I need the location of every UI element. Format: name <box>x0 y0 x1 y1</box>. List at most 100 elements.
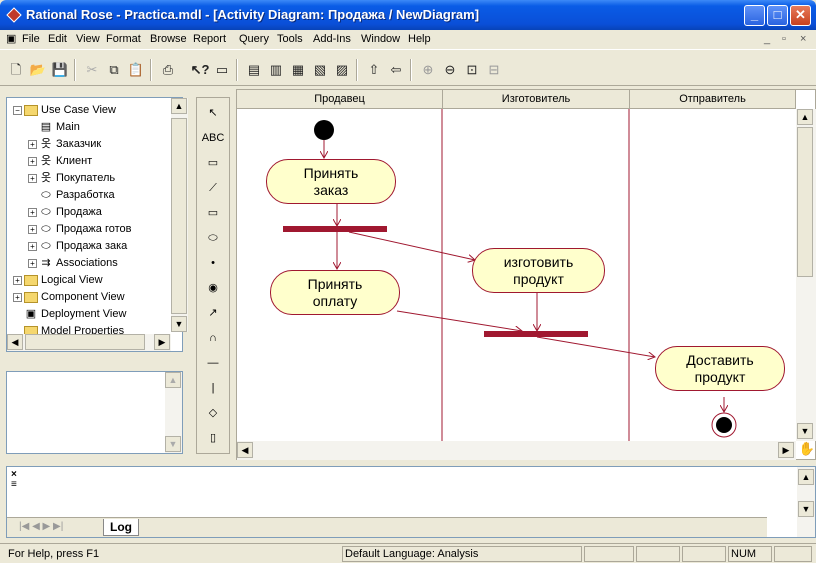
tree-expander-icon[interactable]: + <box>13 292 22 302</box>
print-icon[interactable]: ⎙ <box>158 60 178 80</box>
zoom-out-icon[interactable]: ⊖ <box>440 60 460 80</box>
tab-first-icon[interactable]: |◀ ◀ ▶ ▶| <box>19 521 63 532</box>
menu-query[interactable]: Query <box>239 33 269 45</box>
browse-previous-icon[interactable]: ⇦ <box>386 60 406 80</box>
tree-expander-icon[interactable]: + <box>28 173 37 183</box>
menu-tools[interactable]: Tools <box>277 33 303 45</box>
browse-deployment-icon[interactable]: ▧ <box>310 60 330 80</box>
tree-item[interactable]: + ⇉ Associations <box>28 255 118 272</box>
tree-expander-icon[interactable]: + <box>28 224 37 234</box>
tree-vertical-scrollbar[interactable]: ▲ ▼ <box>171 98 188 332</box>
scroll-up-icon[interactable]: ▲ <box>171 98 187 114</box>
tree-item[interactable]: + ⬭ Продажа готов <box>28 221 132 238</box>
tree-expander-icon[interactable]: + <box>28 139 37 149</box>
tree-item[interactable]: + 옷 Клиент <box>28 153 92 170</box>
scroll-down-icon[interactable]: ▼ <box>798 501 814 517</box>
activity-accept-order[interactable]: Принять заказ <box>266 159 396 204</box>
tab-log[interactable]: Log <box>103 519 139 536</box>
join-bar[interactable] <box>484 331 588 337</box>
scroll-up-icon[interactable]: ▲ <box>798 469 814 485</box>
menu-add-ins[interactable]: Add-Ins <box>313 33 351 45</box>
scroll-right-icon[interactable]: ▶ <box>778 442 794 458</box>
activity-diagram-canvas[interactable]: Продавец Изготовитель Отправитель Принят… <box>236 89 816 460</box>
zoom-in-icon[interactable]: ⊕ <box>418 60 438 80</box>
scroll-right-icon[interactable]: ▶ <box>154 334 170 350</box>
fork-bar[interactable] <box>283 226 387 232</box>
mdi-close-button[interactable]: × <box>800 33 806 45</box>
open-icon[interactable]: 📂 <box>28 60 48 80</box>
browse-state-icon[interactable]: ▨ <box>332 60 352 80</box>
close-button[interactable]: ✕ <box>790 5 811 26</box>
tree-expander-icon[interactable]: + <box>28 258 37 268</box>
swimlane-header[interactable]: Отправитель <box>630 90 796 109</box>
scroll-left-icon[interactable]: ◀ <box>7 334 23 350</box>
swimlane-header[interactable]: Продавец <box>237 90 443 109</box>
diagram-vertical-scrollbar[interactable]: ▲ ▼ <box>796 109 816 441</box>
activity-make-product[interactable]: изготовить продукт <box>472 248 605 293</box>
activity-accept-payment[interactable]: Принять оплату <box>270 270 400 315</box>
tree-item[interactable]: + ⬭ Продажа <box>28 204 102 221</box>
model-browser[interactable]: − Use Case View ▤ Main + 옷 Заказчик + 옷 Клиент + 옷 П… <box>6 97 188 352</box>
tree-item[interactable]: ▣ Deployment View <box>13 306 127 323</box>
menu-file[interactable]: File <box>22 33 40 45</box>
tree-horizontal-scrollbar[interactable]: ◀ ▶ <box>7 334 171 351</box>
pan-hand-icon[interactable]: ✋ <box>798 441 816 460</box>
transition-to-self-icon[interactable]: ∩ <box>201 327 225 349</box>
horizontal-sync-icon[interactable]: — <box>201 352 225 374</box>
activity-deliver-product[interactable]: Доставить продукт <box>655 346 785 391</box>
browse-parent-icon[interactable]: ⇧ <box>364 60 384 80</box>
tree-item[interactable]: + Component View <box>13 289 125 306</box>
log-window[interactable]: × ≡ |◀ ◀ ▶ ▶| Log ▲ ▼ <box>6 466 816 538</box>
maximize-button[interactable]: □ <box>767 5 788 26</box>
scroll-down-icon[interactable]: ▼ <box>797 423 813 439</box>
tree-expander-icon[interactable]: + <box>28 156 37 166</box>
cut-icon[interactable]: ✂ <box>82 60 102 80</box>
browse-interaction-icon[interactable]: ▥ <box>266 60 286 80</box>
tree-item[interactable]: ▤ Main <box>28 119 80 136</box>
scroll-down-icon[interactable]: ▼ <box>165 436 181 452</box>
scroll-up-icon[interactable]: ▲ <box>797 109 813 125</box>
context-help-icon[interactable]: ↖? <box>190 60 210 80</box>
scroll-thumb[interactable] <box>171 118 187 314</box>
browse-component-icon[interactable]: ▦ <box>288 60 308 80</box>
mdi-minimize-button[interactable]: _ <box>764 33 770 45</box>
tree-item[interactable]: + ⬭ Продажа зака <box>28 238 127 255</box>
save-icon[interactable]: 💾 <box>50 60 70 80</box>
state-transition-icon[interactable]: ↗ <box>201 302 225 324</box>
fit-in-window-icon[interactable]: ⊡ <box>462 60 482 80</box>
menu-browse[interactable]: Browse <box>150 33 187 45</box>
doc-scrollbar[interactable]: ▲ ▼ <box>165 372 182 453</box>
new-icon[interactable]: 🗋 <box>6 60 26 80</box>
browse-class-diagram-icon[interactable]: ▤ <box>244 60 264 80</box>
tree-item[interactable]: + Logical View <box>13 272 103 289</box>
scroll-thumb[interactable] <box>797 127 813 277</box>
document-icon[interactable]: ▣ <box>6 32 16 45</box>
documentation-pane[interactable]: ▲ ▼ <box>6 371 183 454</box>
copy-icon[interactable]: ⧉ <box>104 60 124 80</box>
menu-edit[interactable]: Edit <box>48 33 67 45</box>
paste-icon[interactable]: 📋 <box>126 60 146 80</box>
end-state-icon[interactable]: ◉ <box>201 277 225 299</box>
menu-window[interactable]: Window <box>361 33 400 45</box>
minimize-button[interactable]: _ <box>744 5 765 26</box>
swimlane-icon[interactable]: ▯ <box>201 427 225 449</box>
tree-item[interactable]: + 옷 Покупатель <box>28 170 115 187</box>
diagram-horizontal-scrollbar[interactable]: ◀ ▶ <box>237 441 796 460</box>
decision-icon[interactable]: ◇ <box>201 402 225 424</box>
tree-expander-icon[interactable]: + <box>28 207 37 217</box>
activity-icon[interactable]: ⬭ <box>201 227 225 249</box>
undo-fit-icon[interactable]: ⊟ <box>484 60 504 80</box>
vertical-sync-icon[interactable]: | <box>201 377 225 399</box>
anchor-note-icon[interactable]: ⟋ <box>201 177 225 199</box>
menu-report[interactable]: Report <box>193 33 226 45</box>
state-icon[interactable]: ▭ <box>201 202 225 224</box>
scroll-down-icon[interactable]: ▼ <box>171 316 187 332</box>
start-state-icon[interactable]: • <box>201 252 225 274</box>
start-state[interactable] <box>314 120 334 140</box>
tree-expander-icon[interactable]: − <box>13 105 22 115</box>
menu-help[interactable]: Help <box>408 33 431 45</box>
tree-item[interactable]: ⬭ Разработка <box>28 187 114 204</box>
view-doc-icon[interactable]: ▭ <box>212 60 232 80</box>
tree-item[interactable]: − Use Case View <box>13 102 116 119</box>
text-box-icon[interactable]: ABC <box>201 127 225 149</box>
